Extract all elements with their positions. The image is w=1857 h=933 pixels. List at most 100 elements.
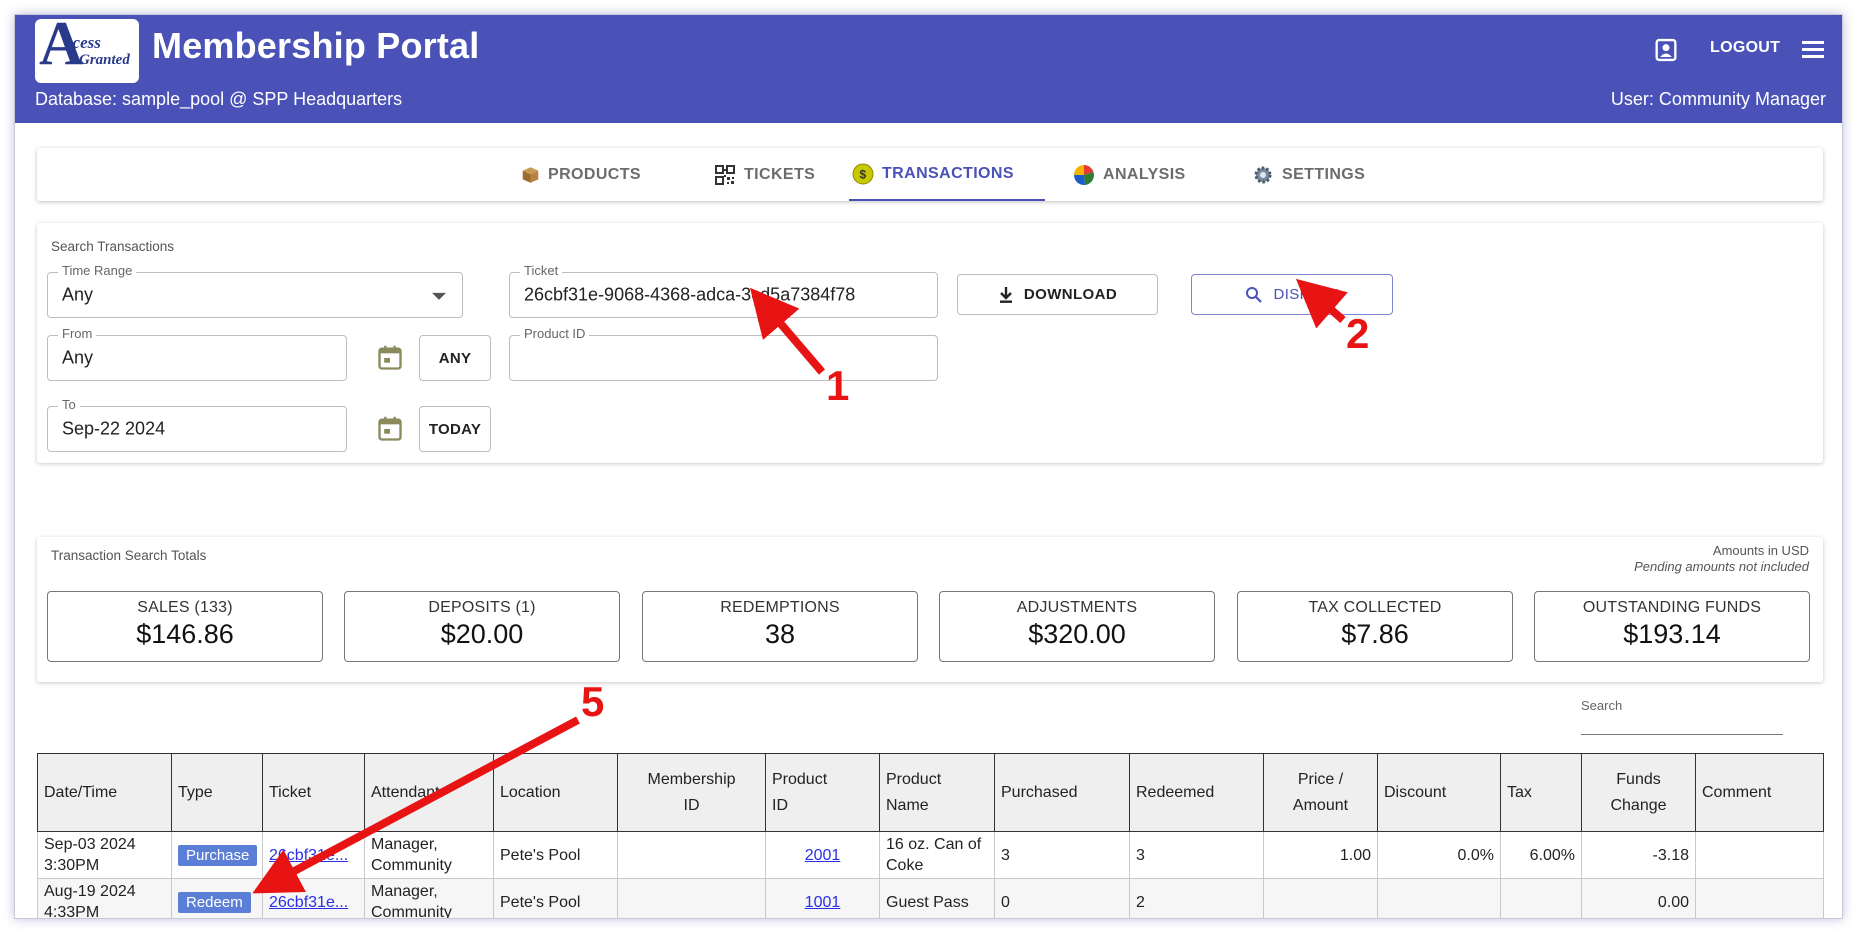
cell-attendant: Manager, Community [364, 878, 494, 918]
cell-membership-id [617, 878, 766, 918]
col-header-product-id[interactable]: Product ID [765, 753, 880, 832]
cell-type: Redeem [171, 878, 263, 918]
table-search-input[interactable] [1581, 734, 1783, 735]
col-header-attendant[interactable]: Attendant [364, 753, 494, 832]
table-search-label: Search [1581, 698, 1623, 713]
col-header-funds-change[interactable]: Funds Change [1581, 753, 1696, 832]
cell-tax: 6.00% [1500, 831, 1582, 879]
tab-products[interactable]: PRODUCTS [521, 148, 641, 201]
from-any-button[interactable]: ANY [419, 335, 491, 381]
product-id-link[interactable]: 1001 [805, 894, 841, 911]
total-outstanding-box: OUTSTANDING FUNDS $193.14 [1534, 591, 1810, 662]
cell-price: 1.00 [1263, 831, 1378, 879]
dollar-coin-icon: $ [852, 163, 874, 184]
display-label: DISPLAY [1273, 286, 1339, 303]
logo-text-line2: Granted [79, 52, 130, 68]
total-value: $146.86 [136, 619, 234, 649]
row-date: Aug-19 2024 [44, 883, 136, 900]
tab-tickets[interactable]: TICKETS [714, 148, 824, 201]
hamburger-menu-icon[interactable] [1799, 35, 1829, 63]
price-header-line2: Amount [1292, 796, 1349, 814]
pie-chart-icon [1073, 164, 1094, 185]
gear-icon [1254, 166, 1272, 183]
col-header-discount[interactable]: Discount [1377, 753, 1501, 832]
tab-transactions[interactable]: $ TRANSACTIONS [849, 148, 1045, 201]
cell-location: Pete's Pool [493, 831, 618, 879]
from-value: Any [62, 347, 94, 368]
total-label: OUTSTANDING FUNDS [1582, 599, 1762, 616]
cell-purchased: 3 [994, 831, 1130, 879]
from-date-field[interactable]: From Any [47, 326, 347, 381]
download-button[interactable]: DOWNLOAD [957, 274, 1158, 315]
col-header-redeemed[interactable]: Redeemed [1129, 753, 1264, 832]
calendar-icon[interactable] [376, 415, 404, 443]
col-header-purchased[interactable]: Purchased [994, 753, 1130, 832]
profile-icon[interactable] [1652, 36, 1680, 64]
svg-text:$: $ [859, 167, 866, 181]
ticket-link[interactable]: 26cbf31e... [269, 845, 358, 866]
from-label: From [58, 326, 97, 342]
totals-panel-title: Transaction Search Totals [51, 548, 207, 563]
product-id-header-line2: ID [772, 796, 788, 814]
calendar-icon[interactable] [376, 344, 404, 372]
to-today-button[interactable]: TODAY [419, 406, 491, 452]
cell-product-name: Guest Pass [879, 878, 995, 918]
product-id-label: Product ID [520, 326, 590, 342]
cell-purchased: 0 [994, 878, 1130, 918]
cell-datetime: Aug-19 2024 4:33PM [37, 878, 172, 918]
total-value: $193.14 [1623, 619, 1721, 649]
annotation-number-2: 2 [1346, 310, 1370, 357]
tab-transactions-label: TRANSACTIONS [882, 164, 1014, 182]
product-name-line2: Coke [886, 857, 924, 874]
search-panel-title: Search Transactions [51, 239, 175, 254]
tab-settings[interactable]: SETTINGS [1252, 148, 1382, 201]
cell-ticket: 26cbf31e... [262, 878, 365, 918]
product-id-input[interactable]: Product ID [509, 326, 938, 381]
app-header: A ccess Granted Membership Portal Databa… [15, 15, 1842, 123]
product-id-header-line1: Product [772, 770, 828, 788]
cell-funds-change: 0.00 [1581, 878, 1696, 918]
col-header-price[interactable]: Price / Amount [1263, 753, 1378, 832]
logo-text-line1: ccess [65, 33, 101, 52]
cell-comment [1695, 878, 1824, 918]
col-header-tax[interactable]: Tax [1500, 753, 1582, 832]
col-header-ticket[interactable]: Ticket [262, 753, 365, 832]
tab-tickets-label: TICKETS [744, 165, 816, 183]
user-label: User: Community Manager [1610, 89, 1826, 109]
table-row[interactable]: Aug-19 2024 4:33PM Redeem 26cbf31e... Man… [37, 878, 1824, 918]
total-tax-box: TAX COLLECTED $7.86 [1237, 591, 1513, 662]
display-button[interactable]: DISPLAY [1191, 274, 1393, 315]
access-granted-logo[interactable]: A ccess Granted [35, 19, 139, 83]
cell-product-name: 16 oz. Can of Coke [879, 831, 995, 879]
col-header-datetime[interactable]: Date/Time [37, 753, 172, 832]
tab-analysis-label: ANALYSIS [1103, 165, 1186, 183]
total-deposits-box: DEPOSITS (1) $20.00 [344, 591, 620, 662]
logout-button[interactable]: LOGOUT [1710, 39, 1780, 57]
type-badge: Redeem [178, 891, 251, 913]
download-label: DOWNLOAD [1023, 286, 1118, 303]
cell-ticket: 26cbf31e... [262, 831, 365, 879]
col-header-membership-id[interactable]: Membership ID [617, 753, 766, 832]
ticket-input[interactable]: Ticket 26cbf31e-9068-4368-adca-3cd5a7384… [509, 263, 938, 318]
col-header-product-name[interactable]: Product Name [879, 753, 995, 832]
col-header-comment[interactable]: Comment [1695, 753, 1824, 832]
total-label: TAX COLLECTED [1308, 599, 1442, 616]
total-value: 38 [764, 619, 796, 649]
ticket-link[interactable]: 26cbf31e... [269, 892, 358, 913]
col-header-location[interactable]: Location [493, 753, 618, 832]
product-id-link[interactable]: 2001 [805, 847, 841, 864]
transactions-table: Date/Time Type Ticket Attendant Location… [37, 753, 1824, 918]
row-time: 3:30PM [44, 857, 100, 874]
total-value: $7.86 [1341, 619, 1409, 649]
attendant-line2: Community [371, 857, 452, 874]
time-range-select[interactable]: Time Range Any [47, 263, 463, 318]
to-date-field[interactable]: To Sep-22 2024 [47, 397, 347, 452]
col-header-type[interactable]: Type [171, 753, 263, 832]
ticket-label: Ticket [520, 263, 563, 279]
funds-header-line1: Funds [1616, 770, 1661, 788]
tab-analysis[interactable]: ANALYSIS [1073, 148, 1193, 201]
tab-settings-label: SETTINGS [1282, 165, 1366, 183]
total-value: $20.00 [440, 619, 524, 649]
total-value: $320.00 [1028, 619, 1126, 649]
table-row[interactable]: Sep-03 2024 3:30PM Purchase 26cbf31e... M… [37, 831, 1824, 879]
